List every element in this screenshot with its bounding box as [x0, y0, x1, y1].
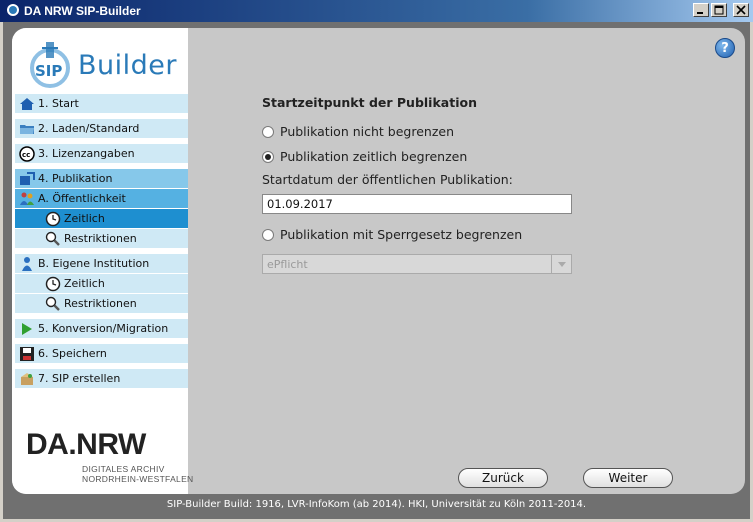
sidebar-item-label: B. Eigene Institution — [38, 257, 150, 270]
clock-icon — [45, 211, 61, 226]
help-button[interactable]: ? — [715, 38, 735, 58]
sidebar-item-label: Zeitlich — [64, 277, 105, 290]
floppy-icon — [20, 346, 34, 361]
help-icon: ? — [721, 41, 729, 56]
sidebar-item-create-sip[interactable]: 7. SIP erstellen — [15, 369, 188, 388]
section-heading: Startzeitpunkt der Publikation — [262, 95, 477, 110]
close-button[interactable] — [733, 3, 749, 17]
publish-icon — [20, 171, 35, 185]
radio-unlimited[interactable] — [262, 125, 274, 138]
sidebar-item-start[interactable]: 1. Start — [15, 94, 188, 113]
main-panel: ? Startzeitpunkt der Publikation Publika… — [188, 28, 745, 494]
law-select-value: ePflicht — [267, 258, 308, 271]
sidebar-item-institution[interactable]: B. Eigene Institution — [15, 254, 188, 273]
sidebar-item-license[interactable]: cc 3. Lizenzangaben — [15, 144, 188, 163]
minimize-button[interactable] — [693, 3, 709, 17]
play-icon — [22, 322, 32, 335]
radio-time-limited[interactable] — [262, 150, 274, 163]
sidebar-item-label: Restriktionen — [64, 297, 137, 310]
house-icon — [20, 97, 34, 110]
package-icon — [21, 372, 33, 385]
close-icon — [736, 5, 746, 15]
sidebar-item-label: 3. Lizenzangaben — [38, 147, 135, 160]
sidebar-item-public-time[interactable]: Zeitlich — [15, 209, 188, 228]
next-button[interactable]: Weiter — [583, 468, 673, 488]
danrw-logo-text: DA.NRW — [26, 428, 146, 461]
sidebar-item-label: Restriktionen — [64, 232, 137, 245]
back-button[interactable]: Zurück — [458, 468, 548, 488]
sidebar-item-public[interactable]: A. Öffentlichkeit — [15, 189, 188, 208]
group-icon — [20, 192, 34, 205]
sip-logo-icon: SIP — [30, 42, 70, 88]
maximize-button[interactable] — [711, 3, 727, 17]
chevron-down-icon[interactable] — [551, 255, 571, 273]
client-area: SIP Builder 1. Start 2. Laden/Standard c… — [12, 28, 745, 494]
sidebar-item-conversion[interactable]: 5. Konversion/Migration — [15, 319, 188, 338]
danrw-logo: DA.NRW DIGITALES ARCHIV NORDRHEIN-WESTFA… — [26, 428, 193, 488]
maximize-icon — [714, 5, 724, 15]
sidebar: SIP Builder 1. Start 2. Laden/Standard c… — [12, 28, 193, 494]
sidebar-item-public-restrictions[interactable]: Restriktionen — [15, 229, 188, 248]
sidebar-item-load[interactable]: 2. Laden/Standard — [15, 119, 188, 138]
sidebar-item-publication[interactable]: 4. Publikation — [15, 169, 188, 188]
sidebar-item-institution-restrictions[interactable]: Restriktionen — [15, 294, 188, 313]
magnifier-icon — [45, 231, 60, 246]
svg-text:SIP: SIP — [35, 62, 62, 80]
start-date-input[interactable] — [262, 194, 572, 214]
magnifier-icon — [45, 296, 60, 311]
option-label: Publikation zeitlich begrenzen — [280, 149, 468, 164]
danrw-subtitle-line1: DIGITALES ARCHIV — [82, 464, 165, 474]
option-label: Publikation nicht begrenzen — [280, 124, 454, 139]
window-frame: SIP Builder 1. Start 2. Laden/Standard c… — [3, 22, 750, 519]
clock-icon — [45, 276, 61, 291]
law-select[interactable]: ePflicht — [262, 254, 572, 274]
creative-commons-icon: cc — [19, 145, 35, 162]
status-bar: SIP-Builder Build: 1916, LVR-InfoKom (ab… — [166, 499, 587, 510]
sidebar-item-institution-time[interactable]: Zeitlich — [15, 274, 188, 293]
option-label: Publikation mit Sperrgesetz begrenzen — [280, 227, 523, 242]
app-icon — [7, 4, 19, 16]
option-time-limited[interactable]: Publikation zeitlich begrenzen — [262, 149, 467, 164]
radio-law-limited[interactable] — [262, 228, 274, 241]
sidebar-item-label: Zeitlich — [64, 212, 105, 225]
start-date-label: Startdatum der öffentlichen Publikation: — [262, 172, 513, 187]
sidebar-item-save[interactable]: 6. Speichern — [15, 344, 188, 363]
sidebar-item-label: 4. Publikation — [38, 172, 113, 185]
sidebar-item-label: 7. SIP erstellen — [38, 372, 121, 385]
minimize-icon — [697, 12, 703, 14]
sidebar-item-label: 1. Start — [38, 97, 79, 110]
person-icon — [22, 256, 32, 271]
sip-builder-logo: SIP Builder — [26, 38, 177, 90]
option-unlimited[interactable]: Publikation nicht begrenzen — [262, 124, 454, 139]
sidebar-item-label: A. Öffentlichkeit — [38, 192, 126, 205]
title-bar: DA NRW SIP-Builder — [0, 0, 753, 22]
window-title: DA NRW SIP-Builder — [24, 4, 141, 18]
folder-icon — [20, 124, 34, 134]
danrw-subtitle-line2: NORDRHEIN-WESTFALEN — [82, 474, 194, 484]
option-law-limited[interactable]: Publikation mit Sperrgesetz begrenzen — [262, 227, 522, 242]
sidebar-item-label: 6. Speichern — [38, 347, 107, 360]
logo-text: Builder — [78, 50, 177, 81]
svg-text:cc: cc — [22, 151, 30, 159]
sidebar-item-label: 2. Laden/Standard — [38, 122, 140, 135]
sidebar-item-label: 5. Konversion/Migration — [38, 322, 169, 335]
